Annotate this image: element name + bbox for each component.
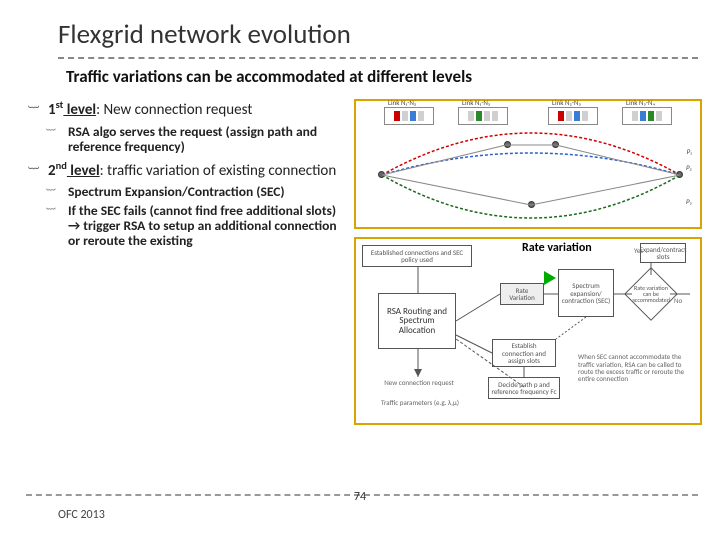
annotation-label: Rate variation xyxy=(522,241,592,255)
bullet-column: 1st level: New connection request RSA al… xyxy=(28,99,346,425)
path-label: P₃ xyxy=(686,197,692,206)
bullet-level1: 1st level: New connection request RSA al… xyxy=(28,99,346,153)
slide-title: Flexgrid network evolution xyxy=(0,0,720,57)
flowchart-diagram: Established connections and SEC policy u… xyxy=(354,237,702,425)
sub-bullet: If the SEC fails (cannot find free addit… xyxy=(48,203,346,248)
path-label: P₂ xyxy=(686,163,692,172)
sub-bullet: RSA algo serves the request (assign path… xyxy=(48,124,346,154)
network-diagram: Link N₁-N₂ Link N₁-N₃ Link N₂-N₃ Link N₃… xyxy=(354,99,702,229)
path-label: P₁ xyxy=(687,147,692,156)
footer-text: OFC 2013 xyxy=(58,508,105,522)
annotation-arrow-icon xyxy=(544,271,556,285)
sub-bullet: Spectrum Expansion/Contraction (SEC) xyxy=(48,184,346,199)
page-number: 74 xyxy=(0,490,720,504)
bullet-level2: 2nd level: traffic variation of existing… xyxy=(28,160,346,249)
slide-subtitle: Traffic variations can be accommodated a… xyxy=(0,59,720,97)
content-row: 1st level: New connection request RSA al… xyxy=(0,97,720,425)
arc-overlay xyxy=(356,101,700,227)
diagram-column: Link N₁-N₂ Link N₁-N₃ Link N₂-N₃ Link N₃… xyxy=(354,99,702,425)
flow-arrows xyxy=(356,239,700,423)
